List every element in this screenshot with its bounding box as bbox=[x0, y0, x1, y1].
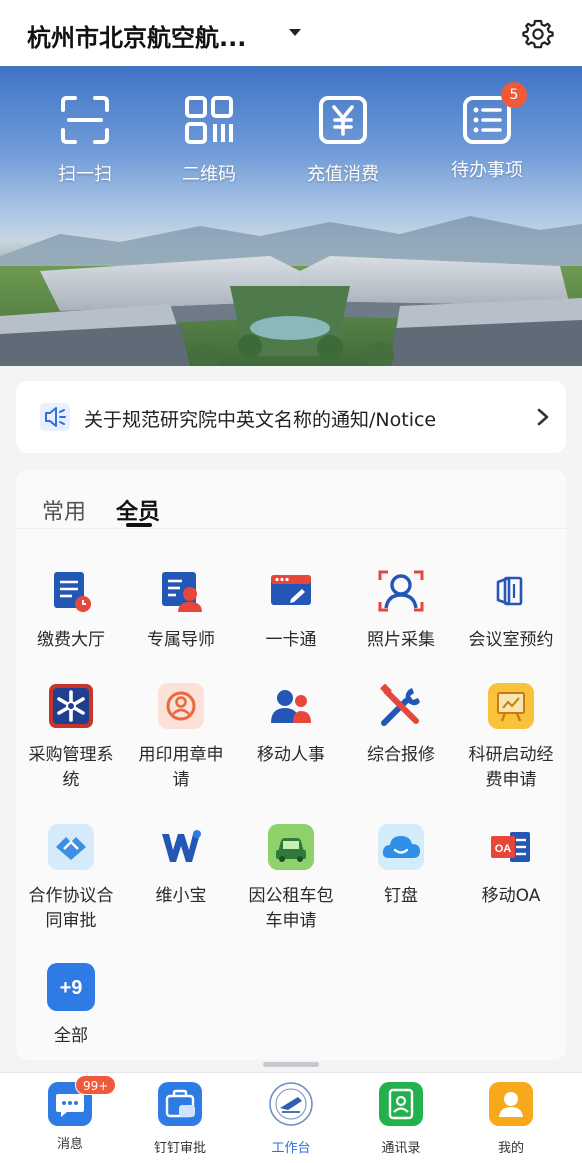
nav-label: 钉钉审批 bbox=[153, 1141, 206, 1156]
hr-icon bbox=[271, 690, 311, 723]
nav-profile[interactable]: 我的 bbox=[456, 1081, 566, 1156]
chevron-right-icon bbox=[537, 408, 549, 426]
nav-label: 我的 bbox=[497, 1141, 524, 1156]
app-weixiaobao[interactable]: 维小宝 bbox=[126, 822, 236, 909]
active-tab-indicator bbox=[126, 523, 152, 527]
nav-contacts[interactable]: 通讯录 bbox=[346, 1081, 456, 1156]
profile-icon bbox=[489, 1082, 533, 1126]
app-campus-card[interactable]: 一卡通 bbox=[236, 566, 346, 653]
app-payment-hall[interactable]: 缴费大厅 bbox=[16, 566, 126, 653]
mentor-icon bbox=[162, 572, 202, 612]
nav-workbench[interactable]: 工作台 bbox=[236, 1081, 346, 1156]
app-contract-approval[interactable]: 合作协议合同审批 bbox=[16, 822, 126, 934]
university-logo-icon bbox=[269, 1082, 313, 1126]
todo-count-badge: 5 bbox=[501, 82, 527, 108]
cloud-drive-icon bbox=[378, 824, 424, 870]
app-label: 科研启动经费申请 bbox=[468, 745, 554, 790]
scan-icon bbox=[61, 96, 109, 144]
seal-icon bbox=[158, 683, 204, 729]
nav-label: 工作台 bbox=[271, 1141, 311, 1156]
app-label: 缴费大厅 bbox=[37, 630, 105, 650]
app-label: 采购管理系统 bbox=[28, 745, 114, 790]
todo-wrap: 5 bbox=[461, 82, 527, 146]
divider bbox=[16, 528, 566, 529]
app-meeting-room[interactable]: 会议室预约 bbox=[456, 566, 566, 653]
campus-banner: 扫一扫 二维码 充值消费 5 待办事项 bbox=[0, 66, 582, 366]
tab-all-staff[interactable]: 全员 bbox=[116, 494, 160, 526]
app-label: 全部 bbox=[54, 1026, 88, 1046]
quick-action-label: 充值消费 bbox=[307, 164, 379, 185]
gear-icon[interactable] bbox=[522, 18, 554, 50]
nav-approval[interactable]: 钉钉审批 bbox=[125, 1081, 235, 1156]
all-apps-count: +9 bbox=[60, 977, 83, 999]
app-mentor[interactable]: 专属导师 bbox=[126, 566, 236, 653]
app-label: 移动OA bbox=[481, 886, 541, 906]
repair-icon bbox=[380, 683, 420, 726]
nav-label: 消息 bbox=[56, 1137, 83, 1152]
quick-action-scan[interactable]: 扫一扫 bbox=[30, 94, 140, 186]
app-mobile-oa[interactable]: OA 移动OA bbox=[456, 822, 566, 909]
photo-capture-icon bbox=[378, 570, 424, 612]
app-label: 移动人事 bbox=[257, 745, 325, 765]
payment-hall-icon bbox=[54, 572, 91, 612]
app-procurement[interactable]: 采购管理系统 bbox=[16, 681, 126, 793]
app-label: 钉盘 bbox=[384, 886, 418, 906]
app-mobile-hr[interactable]: 移动人事 bbox=[236, 681, 346, 768]
contacts-icon bbox=[379, 1082, 423, 1126]
app-label: 照片采集 bbox=[367, 630, 435, 650]
app-car-rental[interactable]: 因公租车包车申请 bbox=[236, 822, 346, 934]
bottom-navigation: 99+ 消息 钉钉审批 工作台 通讯录 我的 bbox=[0, 1072, 582, 1163]
quick-action-todo[interactable]: 5 待办事项 bbox=[432, 82, 542, 182]
app-label: 一卡通 bbox=[265, 630, 317, 650]
notice-bar[interactable]: 关于规范研究院中英文名称的通知/Notice bbox=[16, 381, 566, 453]
message-icon-wrap: 99+ bbox=[47, 1075, 117, 1127]
app-research-funding[interactable]: 科研启动经费申请 bbox=[456, 681, 566, 793]
all-apps-icon: +9 bbox=[47, 963, 95, 1011]
quick-action-qrcode[interactable]: 二维码 bbox=[154, 94, 264, 186]
app-label: 会议室预约 bbox=[468, 630, 554, 650]
procurement-icon bbox=[49, 684, 93, 728]
speaker-icon bbox=[40, 403, 70, 431]
app-label: 综合报修 bbox=[367, 745, 435, 765]
contract-icon bbox=[48, 824, 94, 870]
yen-icon bbox=[319, 96, 367, 144]
campus-card-icon bbox=[271, 575, 311, 605]
app-photo-capture[interactable]: 照片采集 bbox=[346, 566, 456, 653]
app-repair[interactable]: 综合报修 bbox=[346, 681, 456, 768]
quick-action-label: 扫一扫 bbox=[58, 164, 112, 185]
app-cloud-drive[interactable]: 钉盘 bbox=[346, 822, 456, 909]
app-label: 维小宝 bbox=[155, 886, 207, 906]
nav-messages[interactable]: 99+ 消息 bbox=[15, 1075, 125, 1152]
car-rental-icon bbox=[268, 824, 314, 870]
apps-panel: 常用 全员 缴费大厅 专属导师 一卡通 照片采集 会议室预约 采购管理系统 用印… bbox=[16, 470, 566, 1060]
nav-label: 通讯录 bbox=[381, 1141, 421, 1156]
unread-badge: 99+ bbox=[75, 1075, 117, 1095]
research-funding-icon bbox=[488, 683, 534, 729]
app-label: 合作协议合同审批 bbox=[28, 886, 114, 931]
app-seal-application[interactable]: 用印用章申请 bbox=[126, 681, 236, 793]
notice-text: 关于规范研究院中英文名称的通知/Notice bbox=[84, 409, 437, 431]
tab-common[interactable]: 常用 bbox=[42, 494, 86, 526]
app-label: 专属导师 bbox=[147, 630, 215, 650]
quick-action-label: 待办事项 bbox=[451, 160, 523, 181]
quick-action-recharge[interactable]: 充值消费 bbox=[288, 94, 398, 186]
org-switcher-title[interactable]: 杭州市北京航空航... bbox=[27, 18, 246, 53]
quick-action-label: 二维码 bbox=[182, 164, 236, 185]
app-label: 因公租车包车申请 bbox=[248, 886, 334, 931]
chevron-down-icon[interactable] bbox=[289, 29, 301, 36]
approval-icon bbox=[158, 1082, 202, 1126]
top-header: 杭州市北京航空航... bbox=[0, 0, 582, 66]
pull-handle[interactable] bbox=[263, 1062, 319, 1067]
qrcode-icon bbox=[185, 96, 233, 144]
app-all[interactable]: +9 全部 bbox=[16, 962, 126, 1049]
meeting-room-icon bbox=[496, 576, 523, 606]
oa-icon-text: OA bbox=[495, 843, 512, 855]
weixiaobao-icon bbox=[162, 830, 201, 862]
mobile-oa-icon: OA bbox=[491, 832, 530, 862]
app-label: 用印用章申请 bbox=[138, 745, 224, 790]
